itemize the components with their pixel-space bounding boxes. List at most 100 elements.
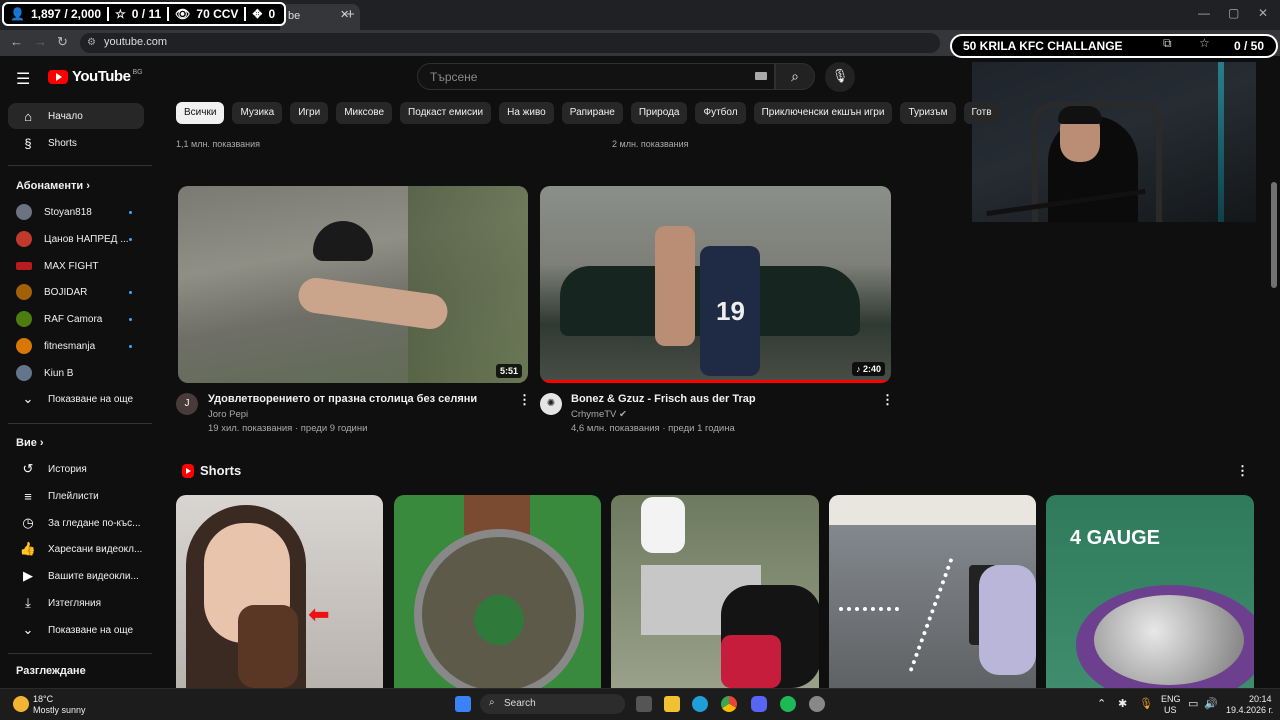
chevron-right-icon: › [86,180,90,192]
liked-icon: 👍 [19,541,37,556]
clock-time[interactable]: 20:14 [1249,694,1272,704]
chip-nature[interactable]: Природа [630,102,688,124]
chrome-icon[interactable] [721,696,737,712]
bookmark-star-icon[interactable]: ☆ [1199,36,1210,50]
sidebar-sub-maxfight[interactable]: MAX FIGHT [8,253,144,279]
chip-tourism[interactable]: Туризъм [900,102,956,124]
sidebar-show-more-subs[interactable]: ⌄ Показване на още [8,386,144,412]
chip-rap[interactable]: Рапиране [561,102,623,124]
sidebar-sub-stoyan818[interactable]: Stoyan818 [8,199,144,225]
watch-progress-bar [540,380,891,383]
weather-temp[interactable]: 18°C [33,694,53,704]
search-button[interactable]: ⌕ [775,63,815,90]
shorts-more-options-icon[interactable]: ⋮ [1236,463,1249,479]
video-thumbnail[interactable]: 19 ♪ 2:40 [540,186,891,383]
more-options-icon[interactable]: ⋮ [518,392,531,408]
sidebar-sub-fitnesmanja[interactable]: fitnesmanja [8,333,144,359]
sidebar-item-label: fitnesmanja [44,340,96,352]
windows-start-icon[interactable] [455,696,471,712]
weather-desc[interactable]: Mostly sunny [33,705,86,715]
back-icon[interactable]: ← [10,34,23,49]
video-title[interactable]: Удовлетворението от празна столица без с… [208,393,477,405]
channel-avatar[interactable]: ✺ [540,393,562,415]
short-thumbnail[interactable] [394,495,601,688]
file-explorer-icon[interactable] [664,696,680,712]
input-region[interactable]: US [1164,705,1177,715]
avatar [16,262,32,270]
edge-icon[interactable] [692,696,708,712]
video-title[interactable]: Bonez & Gzuz - Frisch aus der Trap [571,393,756,405]
weather-sun-icon[interactable] [13,696,29,712]
short-thumbnail[interactable] [611,495,819,688]
extensions-icon[interactable]: ⧉ [1163,36,1172,51]
tray-overflow-icon[interactable]: ⌃ [1097,697,1106,710]
microphone-tray-icon[interactable]: 🎙 [1139,697,1153,710]
short-thumbnail[interactable]: ⬅ [176,495,383,688]
sidebar-item-shorts[interactable]: § Shorts [8,130,144,156]
video-stats-prev-row: 2 млн. показвания [612,139,689,149]
input-language[interactable]: ENG [1161,694,1181,704]
sidebar-sub-kiunb[interactable]: Kiun B [8,360,144,386]
video-duration: 5:51 [495,364,522,378]
chevron-right-icon: › [39,437,44,449]
challenge-title: 50 KRILA KFC CHALLANGE [963,39,1123,53]
clock-date[interactable]: 19.4.2026 г. [1226,705,1273,715]
chip-football[interactable]: Футбол [695,102,746,124]
site-info-icon[interactable]: ⚙ [87,37,96,48]
chip-music[interactable]: Музика [232,102,283,124]
sidebar-sub-rafcamora[interactable]: RAF Camora [8,306,144,332]
close-window-button[interactable]: ✕ [1258,6,1268,20]
hamburger-menu-icon[interactable]: ☰ [16,69,30,89]
taskbar-search[interactable]: ⌕ Search [480,694,625,714]
page-scrollbar[interactable] [1271,182,1277,288]
chip-all[interactable]: Всички [176,102,225,124]
chip-mixes[interactable]: Миксове [336,102,393,124]
short-thumbnail[interactable] [829,495,1036,688]
sidebar-item-playlists[interactable]: ≡ Плейлисти [8,483,144,509]
playlists-icon: ≡ [24,488,32,504]
spotify-icon[interactable] [780,696,796,712]
app-icon[interactable] [809,696,825,712]
channel-avatar[interactable]: J [176,393,198,415]
sidebar-sub-tsanov[interactable]: Цанов НАПРЕД ... [8,226,144,252]
chip-action-adventure[interactable]: Приключенски екшън игри [753,102,893,124]
chip-live[interactable]: На живо [499,102,554,124]
discord-icon[interactable] [751,696,767,712]
red-arrow-icon: ⬅ [308,599,330,629]
youtube-logo[interactable]: YouTube BG [48,68,143,85]
forward-icon[interactable]: → [34,34,47,49]
url-field[interactable]: ⚙ youtube.com [80,33,940,53]
sidebar-item-label: Показване на още [48,393,134,405]
short-thumbnail[interactable]: 4 GAUGE [1046,495,1254,688]
voice-search-button[interactable]: 🎙 [825,62,855,92]
tray-app-icon[interactable]: ✱ [1118,697,1127,710]
you-heading[interactable]: Вие › [16,437,44,449]
chip-games[interactable]: Игри [290,102,329,124]
new-tab-button[interactable]: + [346,6,355,23]
sidebar-item-downloads[interactable]: ⤓ Изтегляния [8,590,144,616]
volume-icon[interactable]: 🔊 [1204,697,1218,710]
search-input[interactable]: Търсене [417,63,775,90]
subscriptions-heading[interactable]: Абонаменти › [16,180,90,192]
keyboard-icon[interactable] [755,72,767,80]
sidebar-item-home[interactable]: ⌂ Начало [8,103,144,129]
chip-cooking[interactable]: Готв [963,102,1000,124]
paint-dots [908,557,954,673]
sidebar-item-history[interactable]: ↺ История [8,456,144,482]
search-icon: ⌕ [489,697,495,708]
chip-podcasts[interactable]: Подкаст емисии [400,102,492,124]
reload-icon[interactable]: ↻ [57,34,68,50]
minimize-button[interactable]: — [1198,6,1210,20]
video-channel[interactable]: Joro Pepi [208,409,248,420]
sidebar-item-liked[interactable]: 👍 Харесани видеокл... [8,536,144,562]
sidebar-item-your-videos[interactable]: ▶ Вашите видеокли... [8,563,144,589]
sidebar-item-watch-later[interactable]: ◷ За гледане по-къс... [8,510,144,536]
task-view-icon[interactable] [636,696,652,712]
video-thumbnail[interactable]: 5:51 [178,186,528,383]
more-options-icon[interactable]: ⋮ [881,392,894,408]
video-channel[interactable]: CrhymeTV ✔ [571,409,627,420]
maximize-button[interactable]: ▢ [1228,6,1239,20]
network-icon[interactable]: ▭ [1188,697,1198,710]
sidebar-sub-bojidar[interactable]: BOJIDAR [8,279,144,305]
sidebar-show-more-you[interactable]: ⌄ Показване на още [8,617,144,643]
